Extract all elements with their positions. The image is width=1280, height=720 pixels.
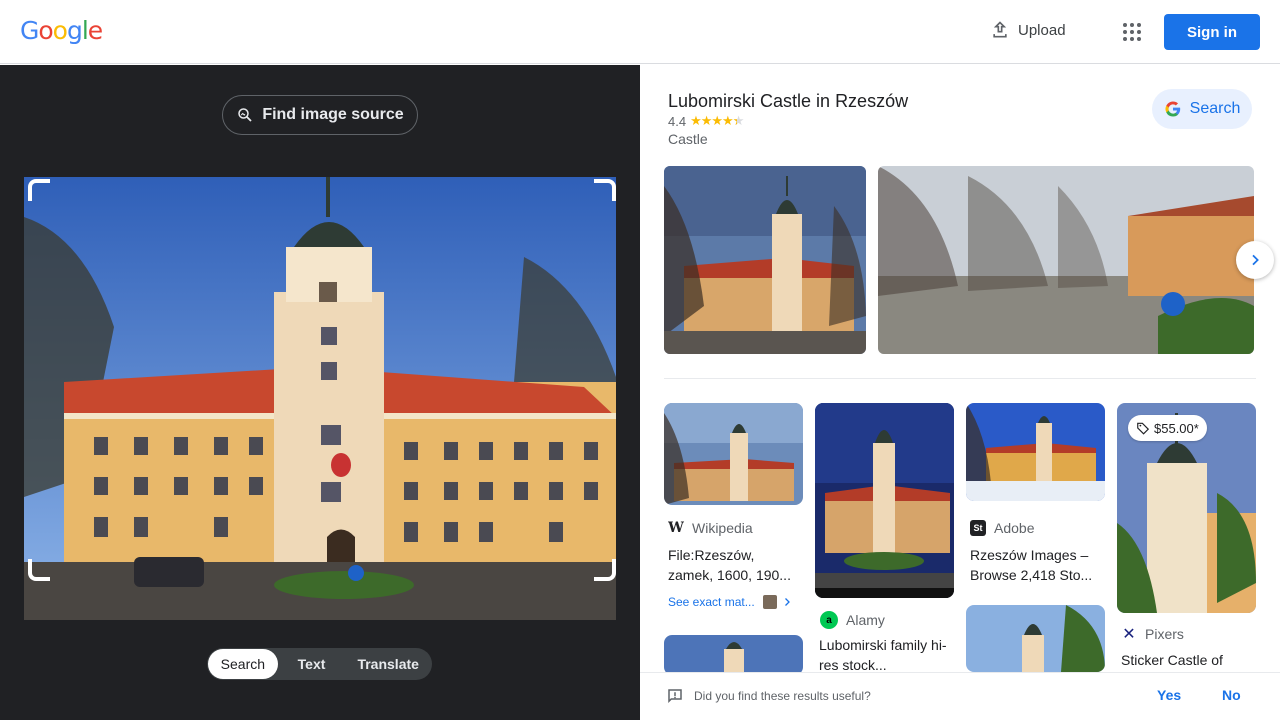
result-source-alamy[interactable]: a Alamy bbox=[820, 611, 885, 629]
rating-value: 4.4 bbox=[668, 113, 687, 129]
feedback-no-button[interactable]: No bbox=[1222, 687, 1241, 703]
feedback-bar: Did you find these results useful? Yes N… bbox=[640, 672, 1280, 720]
google-search-button[interactable]: Search bbox=[1152, 89, 1252, 129]
result-source-pixers[interactable]: ✕ Pixers bbox=[1121, 626, 1184, 643]
logo-letter: o bbox=[38, 16, 53, 45]
pixers-icon: ✕ bbox=[1122, 626, 1136, 643]
result-image-more-2[interactable] bbox=[966, 605, 1105, 672]
result-title-adobe[interactable]: Rzeszów Images – Browse 2,418 Sto... bbox=[970, 545, 1102, 585]
result-title-pixers[interactable]: Sticker Castle of bbox=[1121, 650, 1253, 670]
entity-type: Castle bbox=[668, 131, 708, 147]
lens-mode-switcher: Search Text Translate bbox=[207, 648, 432, 680]
crop-handle-top-right[interactable] bbox=[594, 179, 616, 201]
result-image-wikipedia[interactable] bbox=[664, 403, 803, 505]
tab-search[interactable]: Search bbox=[208, 649, 278, 679]
price-label: $55.00* bbox=[1154, 420, 1199, 436]
result-source-adobe[interactable]: St Adobe bbox=[970, 520, 1034, 536]
price-tag-icon bbox=[1137, 422, 1150, 435]
entity-rating: 4.4 ★★★★★★ bbox=[668, 113, 744, 129]
logo-letter: G bbox=[20, 16, 39, 45]
crop-handle-top-left[interactable] bbox=[28, 179, 50, 201]
exact-match-label: See exact mat... bbox=[668, 595, 755, 609]
google-g-icon bbox=[1165, 101, 1180, 117]
see-exact-matches-link[interactable]: See exact mat... bbox=[668, 595, 793, 609]
result-source-wikipedia[interactable]: W Wikipedia bbox=[668, 520, 753, 536]
result-image-alamy[interactable] bbox=[815, 403, 954, 598]
result-source-label: Adobe bbox=[994, 520, 1035, 536]
price-badge: $55.00* bbox=[1128, 415, 1207, 441]
find-image-source-label: Find image source bbox=[262, 106, 404, 123]
section-divider bbox=[664, 378, 1256, 379]
upload-button[interactable]: Upload bbox=[990, 20, 1066, 40]
rating-stars-icon: ★★★★★★ bbox=[690, 113, 744, 128]
adobe-stock-icon: St bbox=[970, 520, 986, 536]
alamy-icon: a bbox=[820, 611, 838, 629]
image-search-icon bbox=[238, 108, 252, 122]
upload-icon bbox=[993, 21, 1007, 38]
exact-match-thumbnail bbox=[762, 595, 777, 609]
next-images-button[interactable] bbox=[1236, 241, 1274, 279]
result-image-more[interactable] bbox=[664, 635, 803, 675]
crop-handle-bottom-left[interactable] bbox=[28, 559, 50, 581]
logo-letter: e bbox=[87, 16, 103, 45]
feedback-yes-button[interactable]: Yes bbox=[1157, 687, 1181, 703]
entity-title[interactable]: Lubomirski Castle in Rzeszów bbox=[668, 91, 908, 112]
google-search-label: Search bbox=[1189, 100, 1241, 117]
crop-handle-bottom-right[interactable] bbox=[594, 559, 616, 581]
tab-text[interactable]: Text bbox=[278, 649, 346, 679]
sign-in-button[interactable]: Sign in bbox=[1164, 14, 1260, 50]
logo-letter: g bbox=[66, 16, 83, 45]
result-source-label: Wikipedia bbox=[692, 520, 753, 536]
result-title-alamy[interactable]: Lubomirski family hi-res stock... bbox=[819, 635, 951, 675]
result-image-adobe[interactable] bbox=[966, 403, 1105, 501]
query-image[interactable] bbox=[24, 177, 616, 620]
entity-image-1[interactable] bbox=[664, 166, 866, 354]
result-title-wikipedia[interactable]: File:Rzeszów, zamek, 1600, 190... bbox=[668, 545, 800, 585]
top-bar: Google Upload Sign in bbox=[0, 0, 1280, 64]
tab-translate[interactable]: Translate bbox=[345, 649, 431, 679]
apps-grid-icon[interactable] bbox=[1120, 20, 1144, 44]
feedback-question: Did you find these results useful? bbox=[694, 689, 871, 703]
chevron-right-icon bbox=[784, 598, 790, 606]
logo-letter: o bbox=[52, 16, 68, 45]
chevron-right-icon bbox=[1252, 254, 1259, 266]
result-source-label: Alamy bbox=[846, 612, 885, 628]
results-panel: Lubomirski Castle in Rzeszów 4.4 ★★★★★★ … bbox=[640, 65, 1280, 720]
upload-label: Upload bbox=[1018, 21, 1066, 39]
result-source-label: Pixers bbox=[1145, 626, 1184, 642]
lens-image-panel: Find image source Search Text Translate bbox=[0, 65, 640, 720]
find-image-source-button[interactable]: Find image source bbox=[222, 95, 418, 135]
entity-image-2[interactable] bbox=[878, 166, 1254, 354]
google-logo[interactable]: Google bbox=[20, 16, 103, 45]
wikipedia-icon: W bbox=[668, 520, 684, 536]
feedback-icon bbox=[668, 689, 682, 704]
